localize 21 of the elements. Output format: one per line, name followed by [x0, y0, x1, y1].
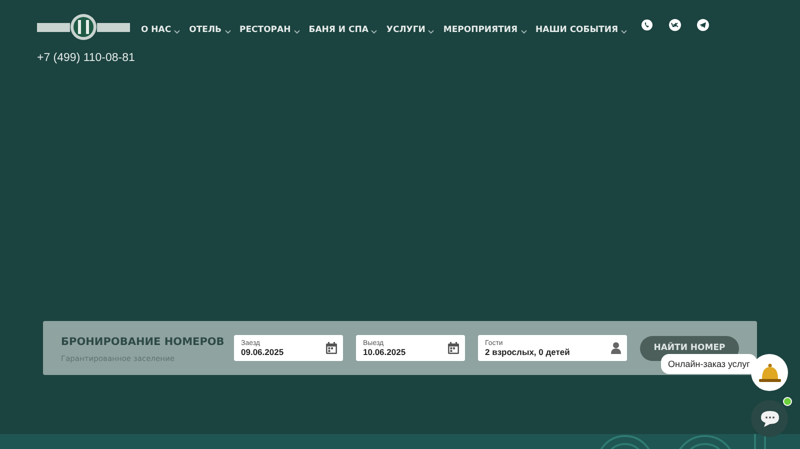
calendar-icon — [448, 342, 459, 354]
service-order-button[interactable] — [751, 354, 788, 391]
nav-link[interactable]: НАШИ СОБЫТИЯ — [536, 25, 628, 35]
paper-plane-icon[interactable] — [697, 19, 710, 31]
nav-link[interactable]: УСЛУГИ — [386, 25, 434, 35]
calendar-icon — [326, 342, 337, 354]
bell-icon — [758, 362, 780, 382]
chat-button[interactable] — [751, 400, 788, 437]
phone-number[interactable]: +7 (499) 110-08-81 — [37, 52, 800, 64]
person-icon — [611, 342, 621, 354]
nav-link[interactable]: РЕСТОРАН — [240, 25, 300, 35]
logo-icon[interactable] — [37, 14, 130, 40]
nav-link[interactable]: БАНЯ И СПА — [308, 25, 378, 35]
nav-link[interactable]: ОТЕЛЬ — [189, 25, 230, 35]
nav-link[interactable]: О НАС — [141, 25, 180, 35]
vk-icon[interactable] — [669, 19, 682, 31]
booking-title: БРОНИРОВАНИЕ НОМЕРОВ — [61, 336, 221, 348]
phone-chat-icon[interactable] — [641, 19, 654, 31]
speech-bubble-icon — [760, 410, 780, 428]
tooltip-bubble: Онлайн-заказ услуг — [661, 354, 757, 374]
nav-link[interactable]: МЕРОПРИЯТИЯ — [443, 25, 527, 35]
